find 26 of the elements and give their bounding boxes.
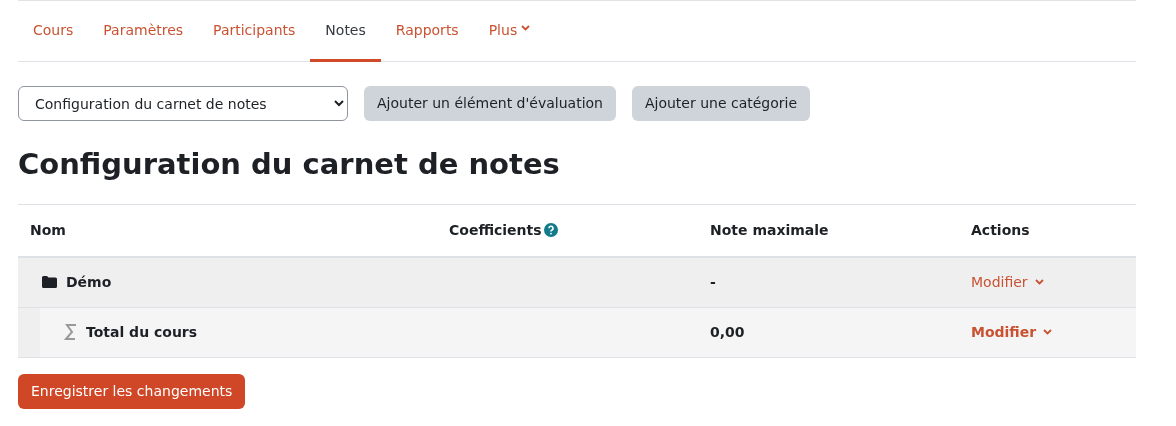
nav-tab[interactable]: Rapports	[380, 1, 474, 62]
nav-tab[interactable]: Notes	[310, 1, 381, 62]
sigma-icon	[64, 324, 77, 341]
item-name: Total du cours	[86, 322, 198, 342]
caret-icon	[1034, 279, 1044, 286]
max-grade-cell: 0,00	[698, 307, 959, 358]
add-button[interactable]: Ajouter une catégorie	[631, 86, 811, 121]
column-header: Nom	[18, 204, 437, 257]
max-grade-cell: -	[698, 256, 959, 308]
folder-icon	[42, 276, 57, 289]
caret-icon	[1043, 329, 1053, 336]
help-icon[interactable]	[543, 222, 558, 237]
nav-tab[interactable]: Participants	[198, 1, 311, 62]
column-header: Coefficients	[449, 221, 542, 238]
nav-tab[interactable]: Cours	[18, 1, 89, 62]
column-header: Actions	[959, 204, 1136, 257]
nav-tab[interactable]: Paramètres	[88, 1, 199, 62]
item-name: Démo	[66, 272, 112, 292]
modify-link[interactable]: Modifier	[971, 321, 1053, 343]
modify-link[interactable]: Modifier	[971, 271, 1044, 293]
nav-tab[interactable]: Plus	[473, 1, 546, 62]
view-select[interactable]: Configuration du carnet de notes	[18, 86, 348, 121]
add-button[interactable]: Ajouter un élément d'évaluation	[364, 86, 616, 121]
save-button[interactable]: Enregistrer les changements	[18, 373, 246, 409]
column-header: Note maximale	[698, 204, 959, 257]
page-heading: Configuration du carnet de notes	[18, 147, 561, 182]
